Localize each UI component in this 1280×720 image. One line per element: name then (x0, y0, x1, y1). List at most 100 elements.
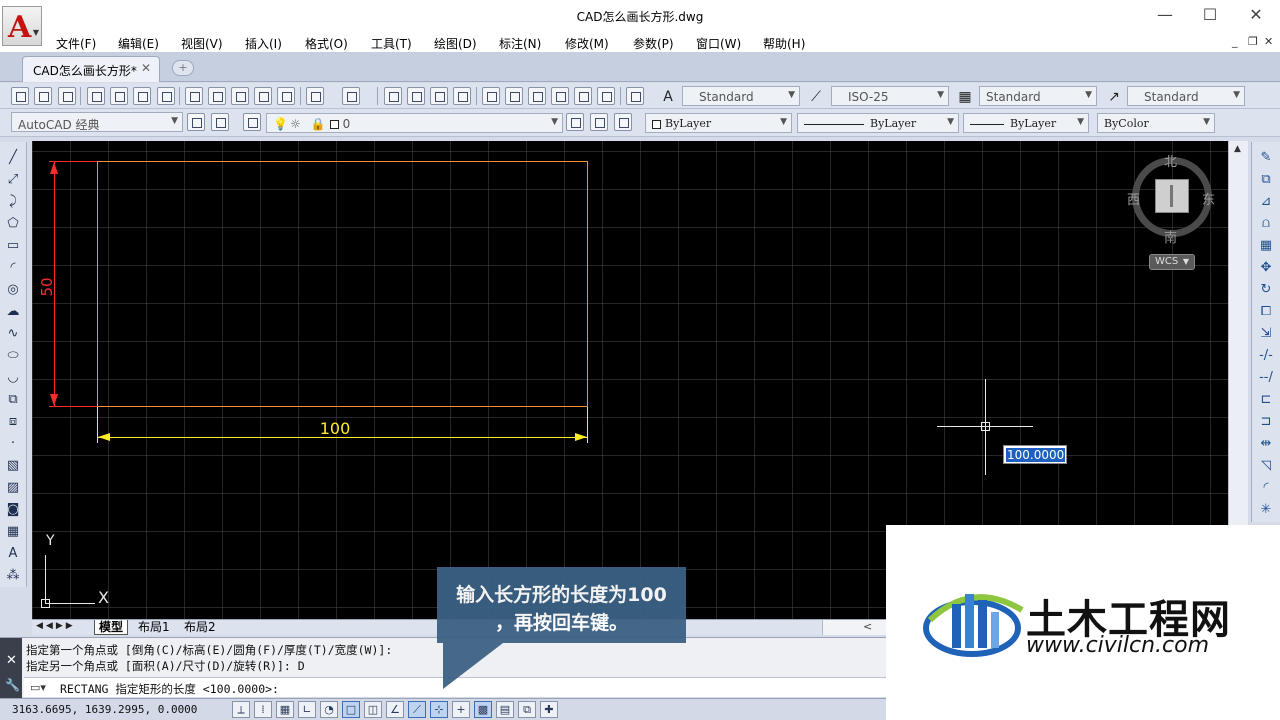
zoom-realtime-icon[interactable] (407, 87, 425, 105)
selection-cycling-button[interactable]: ⧉ (518, 701, 536, 718)
help-icon[interactable] (626, 87, 644, 105)
move-icon[interactable]: ✥ (1258, 260, 1274, 276)
open-file-icon[interactable] (34, 87, 52, 105)
command-prompt-icon[interactable]: ▭▾ (30, 681, 46, 694)
array-icon[interactable]: ▦ (1258, 238, 1274, 254)
table-style-dropdown[interactable]: Standard ▼ (979, 86, 1097, 106)
revision-cloud-icon[interactable]: ☁ (5, 304, 21, 320)
menu-parameter[interactable]: 参数(P) (633, 35, 674, 52)
doc-minimize-icon[interactable]: _ (1232, 35, 1238, 48)
zoom-previous-icon[interactable] (453, 87, 471, 105)
compass-east[interactable]: 东 (1202, 189, 1215, 208)
multileader-style-dropdown[interactable]: Standard ▼ (1127, 86, 1245, 106)
explode-icon[interactable]: ✳ (1258, 502, 1274, 518)
construction-line-icon[interactable]: ⤢ (5, 172, 21, 188)
workspace-settings-gear-icon[interactable] (187, 113, 205, 131)
scale-icon[interactable]: ⧠ (1258, 304, 1274, 320)
dynamic-input-button[interactable]: ⊹ (430, 701, 448, 718)
region-icon[interactable]: ◙ (5, 502, 21, 518)
cut-icon[interactable] (185, 87, 203, 105)
application-menu-button[interactable]: A ▼ (2, 6, 42, 46)
tab-layout2[interactable]: 布局2 (180, 620, 220, 635)
3d-object-snap-button[interactable]: ◫ (364, 701, 382, 718)
circle-icon[interactable]: ◎ (5, 282, 21, 298)
gradient-icon[interactable]: ▨ (5, 480, 21, 496)
layer-state-icon[interactable] (614, 113, 632, 131)
redo-icon[interactable] (342, 87, 360, 105)
table-style-icon[interactable]: ▦ (955, 87, 975, 107)
compass-north[interactable]: 北 (1164, 151, 1177, 170)
linetype-dropdown[interactable]: ByLayer ▼ (797, 113, 959, 133)
multiline-text-icon[interactable]: A (5, 546, 21, 562)
lineweight-dropdown[interactable]: ByLayer ▼ (963, 113, 1089, 133)
spline-icon[interactable]: ∿ (5, 326, 21, 342)
mirror-icon[interactable]: ⊿ (1258, 194, 1274, 210)
undo-icon[interactable] (306, 87, 324, 105)
plotstyle-dropdown[interactable]: ByColor ▼ (1097, 113, 1215, 133)
menu-modify[interactable]: 修改(M) (565, 35, 609, 52)
compass-west[interactable]: 西 (1127, 189, 1140, 208)
match-properties-icon[interactable] (254, 87, 272, 105)
paste-icon[interactable] (231, 87, 249, 105)
dimension-style-icon[interactable]: ⟋ (806, 87, 826, 107)
polar-tracking-button[interactable]: ◔ (320, 701, 338, 718)
new-file-icon[interactable] (11, 87, 29, 105)
menu-view[interactable]: 视图(V) (181, 35, 223, 52)
tab-model[interactable]: 模型 (94, 620, 129, 635)
table-icon[interactable]: ▦ (5, 524, 21, 540)
offset-icon[interactable]: ⩍ (1258, 216, 1274, 232)
save-icon[interactable] (58, 87, 76, 105)
wrench-icon[interactable]: 🔧 (5, 678, 20, 692)
tool-palettes-icon[interactable] (528, 87, 546, 105)
copy-object-icon[interactable]: ⧉ (1258, 172, 1274, 188)
menu-draw[interactable]: 绘图(D) (434, 35, 477, 52)
layer-manager-icon[interactable] (243, 113, 261, 131)
layout-nav-arrows-icon[interactable]: ◀◀▶▶ (36, 621, 76, 631)
tab-close-icon[interactable]: ✕ (141, 61, 151, 75)
menu-edit[interactable]: 编辑(E) (118, 35, 159, 52)
break-at-point-icon[interactable]: ⊏ (1258, 392, 1274, 408)
lineweight-button[interactable]: + (452, 701, 470, 718)
dynamic-input-field[interactable]: 100.0000 (1003, 445, 1067, 464)
extend-icon[interactable]: --/ (1258, 370, 1274, 386)
rotate-icon[interactable]: ↻ (1258, 282, 1274, 298)
infer-constraints-button[interactable]: ⟂ (232, 701, 250, 718)
design-center-icon[interactable] (505, 87, 523, 105)
minimize-button[interactable]: — (1150, 4, 1180, 26)
workspace-dropdown[interactable]: AutoCAD 经典 ▼ (11, 112, 183, 132)
arc-icon[interactable]: ◜ (5, 260, 21, 276)
grid-display-button[interactable]: ▦ (276, 701, 294, 718)
menu-tools[interactable]: 工具(T) (371, 35, 412, 52)
scroll-up-icon[interactable]: ▲ (1234, 144, 1241, 154)
multileader-style-icon[interactable]: ↗ (1104, 87, 1124, 107)
ellipse-icon[interactable]: ⬭ (5, 348, 21, 364)
chamfer-icon[interactable]: ◹ (1258, 458, 1274, 474)
3d-print-icon[interactable] (157, 87, 175, 105)
pan-icon[interactable] (384, 87, 402, 105)
new-tab-plus-icon[interactable]: + (172, 60, 194, 76)
annotation-monitor-button[interactable]: ✚ (540, 701, 558, 718)
layer-previous-icon[interactable] (590, 113, 608, 131)
point-icon[interactable]: · (5, 436, 21, 452)
document-tab[interactable]: CAD怎么画长方形* ✕ (22, 56, 160, 82)
transparency-button[interactable]: ▩ (474, 701, 492, 718)
markup-icon[interactable] (574, 87, 592, 105)
coordinate-readout[interactable]: 3163.6695, 1639.2995, 0.0000 (12, 703, 197, 716)
add-selected-icon[interactable]: ⁂ (5, 568, 21, 584)
publish-icon[interactable] (133, 87, 151, 105)
insert-block-icon[interactable]: ⧉ (5, 392, 21, 408)
close-icon[interactable]: ✕ (6, 653, 17, 668)
menu-dimension[interactable]: 标注(N) (499, 35, 541, 52)
menu-file[interactable]: 文件(F) (56, 35, 96, 52)
make-block-icon[interactable]: ⧈ (5, 414, 21, 430)
maximize-button[interactable]: ☐ (1195, 4, 1225, 26)
hatch-icon[interactable]: ▧ (5, 458, 21, 474)
plot-icon[interactable] (87, 87, 105, 105)
quick-properties-button[interactable]: ▤ (496, 701, 514, 718)
ellipse-arc-icon[interactable]: ◡ (5, 370, 21, 386)
compass-south[interactable]: 南 (1164, 227, 1177, 246)
properties-icon[interactable] (482, 87, 500, 105)
sheet-set-icon[interactable] (551, 87, 569, 105)
color-dropdown[interactable]: ByLayer ▼ (645, 113, 792, 133)
trim-icon[interactable]: -/- (1258, 348, 1274, 364)
